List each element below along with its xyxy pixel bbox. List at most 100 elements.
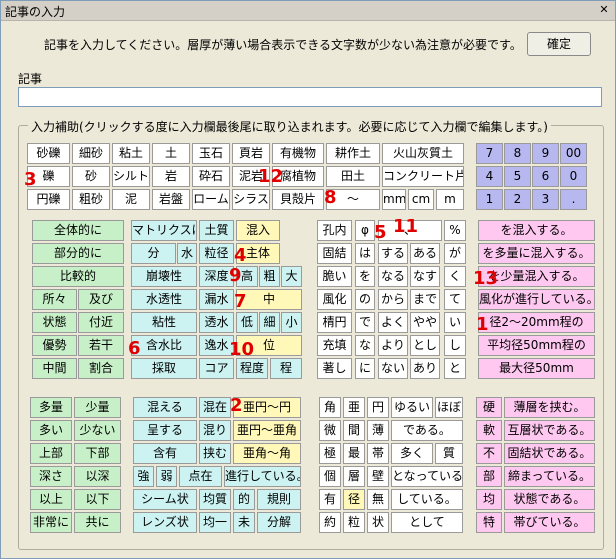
numpad-key-4[interactable]: 4 [476, 166, 503, 187]
bot-pink-button-11[interactable]: 帯びている。 [504, 512, 595, 533]
mid-col2-button-11[interactable]: 大 [281, 266, 302, 287]
mid-col3-button-32[interactable]: あり [410, 358, 440, 379]
soil-row3-button-4[interactable]: ローム [192, 189, 230, 210]
mid-col3-button-16[interactable]: から [378, 289, 408, 310]
numpad-key-9[interactable]: 2 [504, 189, 531, 210]
bot-col2-button-15[interactable]: 的 [233, 489, 255, 510]
soil-row3-button-10[interactable]: m [436, 189, 464, 210]
mid-col3-button-8[interactable]: が [444, 243, 466, 264]
mid-green-button-7[interactable]: 優勢 [32, 335, 77, 356]
soil-row3-button-9[interactable]: cm [408, 189, 434, 210]
mid-col2-button-24[interactable]: コア [199, 358, 234, 379]
mid-col3-button-30[interactable]: に [355, 358, 375, 379]
mid-col2-button-16[interactable]: 透水 [199, 312, 234, 333]
bot-col2-button-10[interactable]: 弱 [156, 466, 177, 487]
soil-row1-button-7[interactable]: 耕作土 [326, 143, 380, 164]
mid-col2-button-0[interactable]: マトリクスは [131, 220, 197, 241]
numpad-key-0[interactable]: 7 [476, 143, 503, 164]
mid-col3-button-21[interactable]: よく [378, 312, 408, 333]
close-icon[interactable]: ✕ [596, 3, 612, 17]
bot-pink-button-9[interactable]: 状態である。 [504, 489, 595, 510]
bot-pink-button-5[interactable]: 固結状である。 [504, 443, 595, 464]
bot-green-button-0[interactable]: 多量 [30, 397, 72, 418]
bot-col3-button-21[interactable]: している。 [391, 489, 463, 510]
bot-col2-button-14[interactable]: 均質 [199, 489, 231, 510]
bot-col3-button-14[interactable]: 個 [319, 466, 341, 487]
bot-pink-button-0[interactable]: 硬 [476, 397, 502, 418]
numpad-key-2[interactable]: 9 [532, 143, 559, 164]
bot-col3-button-6[interactable]: 間 [343, 420, 365, 441]
bot-col3-button-4[interactable]: ほぼ [435, 397, 463, 418]
mid-col3-button-12[interactable]: なす [410, 266, 440, 287]
bot-col2-button-0[interactable]: 混える [133, 397, 197, 418]
bot-green-button-4[interactable]: 上部 [30, 443, 72, 464]
soil-row3-button-2[interactable]: 泥 [112, 189, 150, 210]
bot-col2-button-19[interactable]: 未 [233, 512, 255, 533]
numpad-key-3[interactable]: 00 [560, 143, 587, 164]
bot-col3-button-25[interactable]: として [391, 512, 463, 533]
soil-row3-button-0[interactable]: 円礫 [27, 189, 70, 210]
mid-pink-button-4[interactable]: 径2～20mm程の [478, 312, 595, 333]
soil-row1-button-2[interactable]: 粘土 [112, 143, 150, 164]
numpad-key-6[interactable]: 6 [532, 166, 559, 187]
soil-row1-button-4[interactable]: 玉石 [192, 143, 230, 164]
mid-col3-button-6[interactable]: する [378, 243, 408, 264]
bot-col3-button-9[interactable]: 極 [319, 443, 341, 464]
mid-col2-button-17[interactable]: 低 [236, 312, 258, 333]
mid-green-button-9[interactable]: 中間 [32, 358, 77, 379]
bot-green-button-5[interactable]: 下部 [74, 443, 121, 464]
mid-green-button-10[interactable]: 割合 [78, 358, 124, 379]
bot-col3-button-15[interactable]: 層 [343, 466, 365, 487]
bot-col3-button-1[interactable]: 亜 [343, 397, 365, 418]
mid-col3-button-18[interactable]: て [444, 289, 466, 310]
mid-col2-button-18[interactable]: 細 [259, 312, 280, 333]
bot-green-button-6[interactable]: 深さ [30, 466, 72, 487]
bot-green-button-7[interactable]: 以深 [74, 466, 121, 487]
mid-col3-button-17[interactable]: まで [410, 289, 440, 310]
mid-col3-button-1[interactable]: φ [355, 220, 375, 241]
soil-row1-button-6[interactable]: 有機物 [272, 143, 324, 164]
mid-green-button-3[interactable]: 所々 [32, 289, 77, 310]
bot-green-button-3[interactable]: 少ない [74, 420, 121, 441]
bot-col3-button-8[interactable]: である。 [391, 420, 463, 441]
mid-col2-button-19[interactable]: 小 [281, 312, 302, 333]
soil-row3-button-3[interactable]: 岩盤 [152, 189, 190, 210]
mid-col3-button-10[interactable]: を [355, 266, 375, 287]
soil-row3-button-1[interactable]: 粗砂 [72, 189, 110, 210]
mid-green-button-5[interactable]: 状態 [32, 312, 77, 333]
mid-col3-button-14[interactable]: 風化 [317, 289, 352, 310]
mid-pink-button-6[interactable]: 最大径50mm [478, 358, 595, 379]
numpad-key-11[interactable]: . [560, 189, 587, 210]
bot-col2-button-7[interactable]: 挟む [199, 443, 231, 464]
bot-col2-button-18[interactable]: 均一 [199, 512, 231, 533]
mid-col2-button-20[interactable]: 含水比 [131, 335, 197, 356]
soil-row2-button-7[interactable]: 田土 [326, 166, 380, 187]
mid-col2-button-25[interactable]: 程度 [236, 358, 268, 379]
mid-col3-button-20[interactable]: で [355, 312, 375, 333]
soil-row1-button-8[interactable]: 火山灰質土 [382, 143, 464, 164]
bot-col2-button-5[interactable]: 亜円～亜角 [233, 420, 301, 441]
bot-col2-button-6[interactable]: 含有 [133, 443, 197, 464]
mid-col3-button-31[interactable]: ない [378, 358, 408, 379]
bot-col2-button-9[interactable]: 強 [133, 466, 154, 487]
kiji-input[interactable] [18, 87, 602, 107]
mid-green-button-6[interactable]: 付近 [78, 312, 124, 333]
bot-col3-button-18[interactable]: 有 [319, 489, 341, 510]
mid-col3-button-29[interactable]: 著し [317, 358, 352, 379]
bot-pink-button-3[interactable]: 互層状である。 [504, 420, 595, 441]
bot-pink-button-7[interactable]: 締まっている。 [504, 466, 595, 487]
mid-pink-button-3[interactable]: 風化が進行している。 [478, 289, 595, 310]
mid-col3-button-13[interactable]: く [444, 266, 466, 287]
numpad-key-5[interactable]: 5 [504, 166, 531, 187]
mid-green-button-4[interactable]: 及び [78, 289, 124, 310]
bot-col2-button-11[interactable]: 点在 [179, 466, 222, 487]
bot-pink-button-2[interactable]: 軟 [476, 420, 502, 441]
soil-row1-button-5[interactable]: 頁岩 [232, 143, 270, 164]
mid-col3-button-9[interactable]: 脆い [317, 266, 352, 287]
bot-pink-button-10[interactable]: 特 [476, 512, 502, 533]
bot-col3-button-16[interactable]: 壁 [367, 466, 389, 487]
mid-col2-button-26[interactable]: 程 [270, 358, 302, 379]
mid-col3-button-7[interactable]: ある [410, 243, 440, 264]
soil-row3-button-6[interactable]: 貝殻片 [272, 189, 324, 210]
mid-col3-button-22[interactable]: やや [410, 312, 440, 333]
